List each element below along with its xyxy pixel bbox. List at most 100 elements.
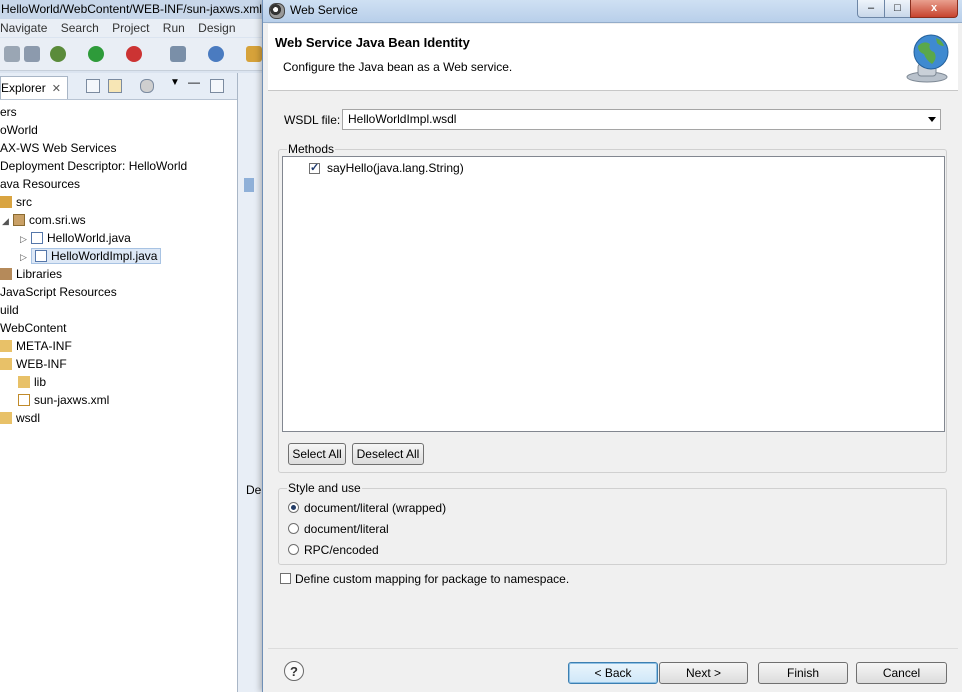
footer-separator [268, 648, 958, 649]
menu-navigate[interactable]: Navigate [0, 21, 47, 35]
tree-item-src[interactable]: src [0, 193, 32, 211]
tree-item-label: WEB-INF [16, 357, 67, 371]
tree-item-label: src [16, 195, 32, 209]
tree-item-label: ava Resources [0, 177, 81, 191]
folder-icon [18, 376, 30, 388]
methods-group-label: Methods [287, 142, 336, 156]
tree-item[interactable]: ava Resources [0, 175, 80, 193]
expanded-twisty-icon[interactable]: ◢ [2, 212, 10, 230]
project-explorer: Explorer ✕ ▼ — ers oWorld AX-WS Web Servi… [0, 73, 238, 692]
tree-item-label: ers [0, 105, 17, 119]
open-type-icon[interactable] [246, 46, 262, 62]
menu-design[interactable]: Design [198, 21, 235, 35]
close-button[interactable]: x [910, 0, 958, 18]
collapsed-twisty-icon[interactable]: ▷ [20, 248, 28, 266]
finish-button[interactable]: Finish [758, 662, 848, 684]
select-all-button[interactable]: Select All [288, 443, 346, 465]
tree-item-label: sun-jaxws.xml [34, 393, 110, 407]
tree-item[interactable]: WebContent [0, 319, 67, 337]
tree-item[interactable]: JavaScript Resources [0, 283, 117, 301]
tree-item[interactable]: ers [0, 103, 17, 121]
tree-item[interactable]: sun-jaxws.xml [18, 391, 109, 409]
eclipse-title-bar: HelloWorld/WebContent/WEB-INF/sun-jaxws.… [0, 0, 301, 19]
custom-mapping-checkbox[interactable] [280, 573, 291, 584]
tree-item[interactable]: Deployment Descriptor: HelloWorld [0, 157, 187, 175]
folder-icon [0, 358, 12, 370]
radio-rpc-encoded[interactable] [288, 544, 299, 555]
explorer-tab-bar: Explorer ✕ ▼ — [0, 73, 237, 100]
package-folder-icon [0, 196, 12, 208]
tree-item-label: JavaScript Resources [0, 285, 117, 299]
tree-item-label: AX-WS Web Services [0, 141, 117, 155]
package-icon [13, 214, 25, 226]
tree-item[interactable]: AX-WS Web Services [0, 139, 116, 157]
back-button[interactable]: < Back [568, 662, 658, 684]
radio-label[interactable]: RPC/encoded [304, 543, 379, 557]
scroll-marker [244, 178, 254, 192]
tree-item-package[interactable]: ◢ com.sri.ws [2, 211, 86, 229]
explorer-tab-label: Explorer [1, 81, 46, 95]
external-tools-icon[interactable] [126, 46, 142, 62]
editor-tab-fragment[interactable]: De [246, 483, 261, 497]
method-label[interactable]: sayHello(java.lang.String) [327, 161, 464, 175]
radio-document-literal[interactable] [288, 523, 299, 534]
next-button[interactable]: Next > [659, 662, 748, 684]
menu-project[interactable]: Project [112, 21, 149, 35]
tree-item[interactable]: META-INF [0, 337, 72, 355]
wsdl-file-value: HelloWorldImpl.wsdl [348, 112, 457, 126]
view-menu-icon[interactable]: ▼ [170, 77, 180, 88]
collapse-all-icon[interactable] [86, 79, 100, 93]
tree-item[interactable]: wsdl [0, 409, 40, 427]
tree-item[interactable]: lib [18, 373, 46, 391]
run-icon[interactable] [88, 46, 104, 62]
custom-mapping-label[interactable]: Define custom mapping for package to nam… [295, 572, 569, 586]
web-service-globe-icon [906, 34, 949, 83]
methods-list[interactable]: sayHello(java.lang.String) [282, 156, 945, 432]
eclipse-app-icon [269, 3, 285, 19]
help-button[interactable]: ? [284, 661, 304, 681]
debug-icon[interactable] [50, 46, 66, 62]
method-checkbox[interactable] [309, 161, 320, 174]
tree-item-java-file-selected[interactable]: ▷ HelloWorldImpl.java [20, 247, 162, 266]
tab-explorer[interactable]: Explorer ✕ [0, 76, 68, 99]
new-server-icon[interactable] [170, 46, 186, 62]
cancel-button[interactable]: Cancel [856, 662, 947, 684]
menu-run[interactable]: Run [163, 21, 185, 35]
close-icon[interactable]: ✕ [52, 83, 61, 95]
minimize-view-icon[interactable]: — [188, 75, 200, 89]
maximize-button[interactable]: □ [884, 0, 911, 18]
eclipse-toolbar [0, 38, 300, 71]
dialog-title: Web Service [290, 3, 358, 17]
tree-item-label: META-INF [16, 339, 72, 353]
tree-item-label: com.sri.ws [29, 213, 86, 227]
wizard-page-title: Web Service Java Bean Identity [275, 35, 470, 50]
folder-icon [0, 340, 12, 352]
new-wizard-icon[interactable] [208, 46, 224, 62]
chevron-down-icon[interactable] [928, 117, 936, 122]
wsdl-file-combo[interactable]: HelloWorldImpl.wsdl [342, 109, 941, 130]
radio-label[interactable]: document/literal [304, 522, 389, 536]
deselect-all-button[interactable]: Deselect All [352, 443, 424, 465]
filter-icon[interactable] [140, 79, 154, 93]
radio-document-literal-wrapped[interactable] [288, 502, 299, 513]
collapsed-twisty-icon[interactable]: ▷ [20, 230, 28, 248]
save-icon[interactable] [24, 46, 40, 62]
tree-item[interactable]: uild [0, 301, 19, 319]
tree-item-java-file[interactable]: ▷ HelloWorld.java [20, 229, 131, 247]
tree-item[interactable]: Libraries [0, 265, 62, 283]
tree-item-label: uild [0, 303, 19, 317]
tree-item[interactable]: WEB-INF [0, 355, 67, 373]
link-editor-icon[interactable] [108, 79, 122, 93]
tree-item-label: HelloWorldImpl.java [51, 249, 158, 263]
style-and-use-label: Style and use [287, 481, 362, 495]
maximize-view-icon[interactable] [210, 79, 224, 93]
dialog-title-bar[interactable]: Web Service – □ x [263, 0, 962, 23]
menu-search[interactable]: Search [61, 21, 99, 35]
eclipse-menu-bar: Navigate Search Project Run Design [0, 19, 300, 37]
tree-item-label: HelloWorld.java [47, 231, 131, 245]
minimize-button[interactable]: – [857, 0, 885, 18]
print-icon[interactable] [4, 46, 20, 62]
folder-icon [0, 412, 12, 424]
tree-item[interactable]: oWorld [0, 121, 38, 139]
radio-label[interactable]: document/literal (wrapped) [304, 501, 446, 515]
